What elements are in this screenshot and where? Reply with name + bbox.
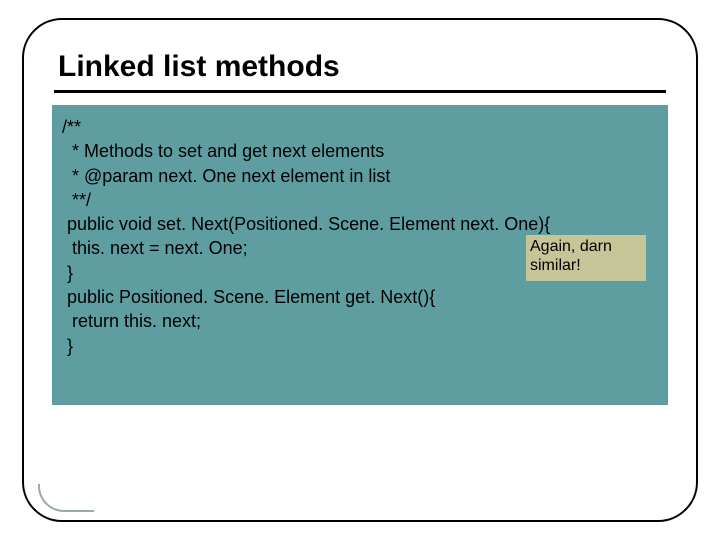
corner-accent: [38, 484, 94, 512]
code-line: public Positioned. Scene. Element get. N…: [62, 285, 658, 309]
code-line: return this. next;: [62, 309, 658, 333]
slide-frame: Linked list methods /** * Methods to set…: [22, 18, 698, 522]
code-line: public void set. Next(Positioned. Scene.…: [62, 212, 658, 236]
code-block: /** * Methods to set and get next elemen…: [52, 105, 668, 405]
code-line: * @param next. One next element in list: [62, 164, 658, 188]
code-line: }: [62, 334, 658, 358]
code-line: /**: [62, 115, 658, 139]
annotation-note: Again, darn similar!: [526, 235, 646, 281]
title-underline: [54, 90, 666, 93]
code-line: * Methods to set and get next elements: [62, 139, 658, 163]
slide-title: Linked list methods: [58, 50, 668, 84]
code-line: **/: [62, 188, 658, 212]
